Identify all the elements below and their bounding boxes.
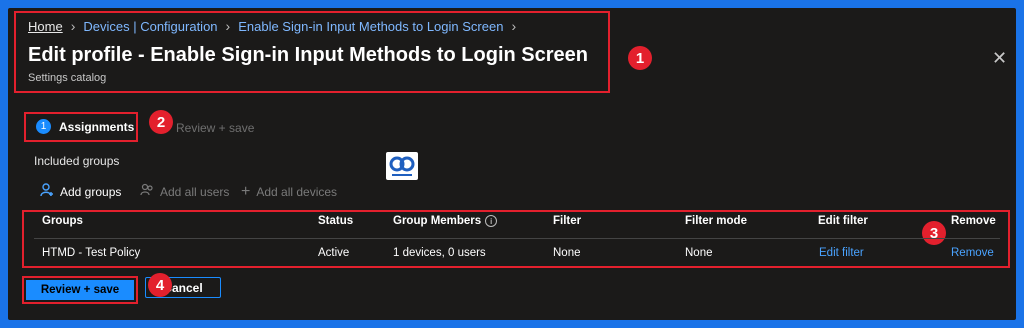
- callout-badge-1: 1: [628, 46, 652, 70]
- callout-box-header: [14, 11, 610, 93]
- table-divider: [34, 238, 1000, 239]
- column-header-groups: Groups: [42, 215, 83, 227]
- column-header-filter: Filter: [553, 215, 582, 227]
- column-header-status: Status: [318, 215, 354, 227]
- add-all-users-button[interactable]: Add all users: [140, 183, 229, 200]
- edit-profile-blade: Home › Devices | Configuration › Enable …: [8, 8, 1016, 320]
- cell-members: 1 devices, 0 users: [393, 247, 486, 259]
- add-group-icon: [40, 183, 54, 200]
- users-icon: [140, 183, 154, 200]
- edit-filter-link[interactable]: Edit filter: [819, 247, 864, 259]
- column-header-edit-filter: Edit filter: [818, 215, 868, 227]
- add-groups-button[interactable]: Add groups: [40, 183, 121, 200]
- callout-badge-3: 3: [922, 221, 946, 245]
- column-header-group-members: Group Members i: [393, 215, 498, 227]
- callout-box-assignments: [24, 112, 138, 142]
- add-all-users-label: Add all users: [160, 184, 230, 199]
- cell-status: Active: [318, 247, 350, 259]
- group-members-header-label: Group Members: [393, 215, 482, 227]
- info-icon[interactable]: i: [485, 215, 498, 227]
- callout-badge-2: 2: [149, 110, 173, 134]
- review-save-button[interactable]: Review + save: [26, 280, 134, 300]
- add-all-devices-button[interactable]: + Add all devices: [241, 183, 337, 201]
- tab-review-save[interactable]: Review + save: [176, 121, 254, 135]
- cell-filter-mode: None: [685, 247, 713, 259]
- column-header-filter-mode: Filter mode: [685, 215, 747, 227]
- add-all-devices-label: Add all devices: [256, 185, 338, 199]
- plus-icon: +: [241, 183, 251, 200]
- included-groups-label: Included groups: [34, 154, 120, 168]
- htmd-logo: [386, 152, 418, 180]
- column-header-remove: Remove: [951, 215, 996, 227]
- close-icon[interactable]: ✕: [992, 48, 1007, 69]
- remove-link[interactable]: Remove: [951, 247, 994, 259]
- cell-group: HTMD - Test Policy: [42, 247, 141, 259]
- add-groups-label: Add groups: [60, 184, 122, 199]
- cell-filter: None: [553, 247, 581, 259]
- callout-badge-4: 4: [148, 273, 172, 297]
